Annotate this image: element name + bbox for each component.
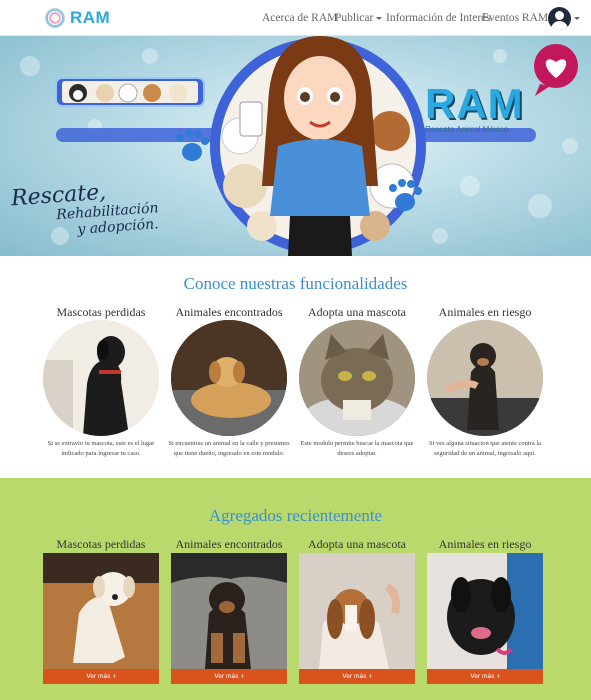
feature-card-encontrados[interactable]: Animales encontrados	[165, 305, 293, 320]
recent-card-title: Adopta una mascota	[308, 537, 406, 551]
feature-card-title: Mascotas perdidas	[56, 305, 146, 319]
recent-section: Agregados recientemente Mascotas perdida…	[0, 478, 591, 700]
ver-mas-label: Ver más	[214, 673, 239, 680]
user-avatar-icon[interactable]	[548, 7, 571, 30]
feature-card-title: Animales encontrados	[175, 305, 283, 319]
ver-mas-button[interactable]: Ver más ›	[43, 669, 159, 684]
chevron-right-icon: ›	[497, 673, 500, 680]
chevron-right-icon: ›	[369, 673, 372, 680]
black-dog-image[interactable]	[43, 320, 159, 436]
feature-card-riesgo[interactable]: Animales en riesgo	[421, 305, 549, 320]
ver-mas-label: Ver más	[342, 673, 367, 680]
feature-card-desc: Si encuentras un animal en la calle y pr…	[168, 440, 290, 458]
chevron-down-icon[interactable]	[574, 17, 580, 20]
black-tan-puppy-image[interactable]	[171, 553, 287, 669]
nav-eventos[interactable]: Eventos RAM	[482, 12, 548, 24]
feature-card-title: Adopta una mascota	[308, 305, 406, 319]
features-section: Conoce nuestras funcionalidades Mascotas…	[0, 256, 591, 478]
ver-mas-button[interactable]: Ver más ›	[299, 669, 415, 684]
feature-card-title: Animales en riesgo	[438, 305, 532, 319]
nav-acerca[interactable]: Acerca de RAM	[262, 12, 337, 24]
chevron-down-icon	[376, 16, 383, 20]
feature-card-desc: Este modulo permite buscar la mascota qu…	[300, 440, 414, 458]
golden-dog-image[interactable]	[171, 320, 287, 436]
nav-publicar-label: Publicar	[335, 12, 374, 24]
recent-card-title-wrap: Adopta una mascota	[293, 537, 421, 552]
feature-card-desc: Si se extravio tu mascota, este es el lu…	[47, 440, 155, 458]
brand-logo-icon	[45, 8, 65, 28]
recent-card-title: Animales en riesgo	[438, 537, 532, 551]
features-title: Conoce nuestras funcionalidades	[183, 274, 408, 293]
basset-hound-image[interactable]	[299, 553, 415, 669]
ver-mas-button[interactable]: Ver más ›	[427, 669, 543, 684]
recent-card-title: Animales encontrados	[175, 537, 283, 551]
navbar: RAM Acerca de RAM Publicar Información d…	[0, 0, 591, 36]
chevron-right-icon: ›	[113, 673, 116, 680]
feature-card-desc: Si ves alguna situacion que atente contr…	[428, 440, 542, 458]
small-dog-image[interactable]	[427, 320, 543, 436]
hero-logo-text: RAM	[425, 80, 524, 127]
ver-mas-button[interactable]: Ver más ›	[171, 669, 287, 684]
white-puppy-image[interactable]	[43, 553, 159, 669]
feature-card-adopta[interactable]: Adopta una mascota	[293, 305, 421, 320]
recent-card-title-wrap: Mascotas perdidas	[37, 537, 165, 552]
chevron-right-icon: ›	[241, 673, 244, 680]
tabby-cat-image[interactable]	[299, 320, 415, 436]
recent-card-title-wrap: Animales encontrados	[165, 537, 293, 552]
hero-logo-subtitle: Rescate Animal México	[425, 125, 509, 134]
nav-informacion[interactable]: Información de Interés	[386, 12, 491, 24]
recent-card-title: Mascotas perdidas	[56, 537, 146, 551]
brand-name: RAM	[70, 8, 111, 27]
ver-mas-label: Ver más	[470, 673, 495, 680]
recent-card-title-wrap: Animales en riesgo	[421, 537, 549, 552]
recent-title: Agregados recientemente	[208, 506, 383, 525]
feature-card-perdidas[interactable]: Mascotas perdidas	[37, 305, 165, 320]
brand-link[interactable]: RAM	[45, 7, 110, 29]
ver-mas-label: Ver más	[86, 673, 111, 680]
hero-banner: Rescate, Rehabilitación y adopción. RAM …	[0, 36, 591, 256]
black-small-dog-image[interactable]	[427, 553, 543, 669]
nav-publicar[interactable]: Publicar	[335, 12, 383, 24]
